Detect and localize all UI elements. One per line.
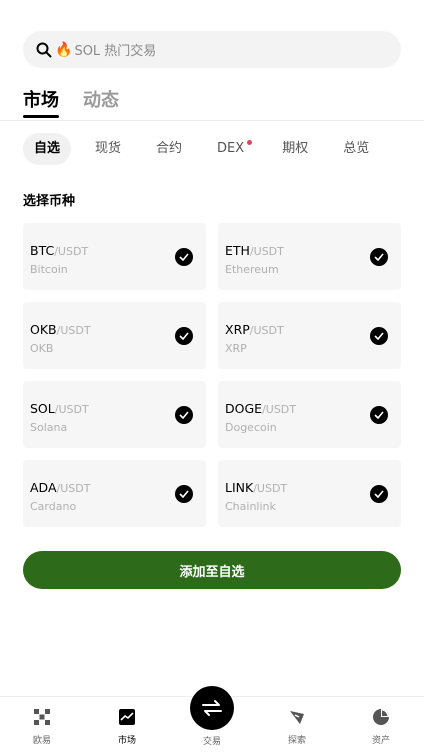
- coin-symbol: DOGE: [225, 401, 263, 416]
- subtab-label: DEX: [217, 141, 245, 156]
- subtab-futures[interactable]: 合约: [145, 133, 193, 165]
- subtab-dex[interactable]: DEX: [206, 133, 258, 165]
- nav-item-market[interactable]: 市场: [97, 697, 157, 746]
- subtab-label: 合约: [156, 141, 183, 156]
- coin-quote: /USDT: [262, 403, 296, 416]
- compass-icon: [290, 711, 304, 724]
- checkmark-icon[interactable]: [175, 485, 193, 503]
- pie-chart-icon: [373, 709, 389, 725]
- coin-card[interactable]: LINK/USDT Chainlink: [218, 460, 401, 527]
- coin-quote: /USDT: [253, 482, 288, 495]
- okx-logo-icon: [34, 709, 50, 725]
- coin-symbol: SOL: [30, 401, 55, 416]
- nav-label-trade: 交易: [202, 737, 221, 747]
- coin-quote: /USDT: [56, 324, 91, 337]
- coin-symbol: LINK: [225, 480, 254, 495]
- checkmark-icon[interactable]: [370, 485, 388, 503]
- sub-tabs: 自选 现货 合约 DEX 期权 总览: [23, 133, 393, 165]
- checkmark-icon[interactable]: [370, 248, 388, 266]
- nav-label: 市场: [117, 736, 136, 746]
- nav-label: 探索: [287, 736, 306, 746]
- nav-item-assets[interactable]: 资产: [351, 697, 411, 746]
- checkmark-icon[interactable]: [175, 406, 193, 424]
- tab-market[interactable]: 市场: [23, 86, 59, 118]
- coin-card[interactable]: XRP/USDT XRP: [218, 302, 401, 369]
- market-chart-icon: [119, 709, 135, 725]
- subtab-favorites[interactable]: 自选: [23, 133, 72, 165]
- tabs-divider: [0, 120, 424, 121]
- fire-icon: 🔥: [55, 41, 73, 58]
- coin-quote: /USDT: [54, 245, 89, 258]
- checkmark-icon[interactable]: [175, 327, 193, 345]
- coin-card[interactable]: SOL/USDT Solana: [23, 381, 206, 448]
- search-icon: [36, 42, 52, 57]
- checkmark-icon[interactable]: [370, 406, 388, 424]
- coin-grid: BTC/USDT Bitcoin ETH/USDT Ethereum OKB/U…: [23, 223, 401, 527]
- search-bar[interactable]: 🔥 SOL 热门交易: [23, 31, 401, 68]
- section-title: 选择币种: [23, 194, 76, 209]
- coin-quote: /USDT: [54, 403, 89, 416]
- subtab-label: 总览: [343, 141, 370, 156]
- add-to-favorites-button[interactable]: 添加至自选: [23, 551, 401, 589]
- tab-feed[interactable]: 动态: [83, 86, 119, 116]
- subtab-spot[interactable]: 现货: [84, 133, 132, 165]
- checkmark-icon[interactable]: [175, 248, 193, 266]
- swap-arrows-icon: [202, 700, 222, 716]
- checkmark-icon[interactable]: [370, 327, 388, 345]
- subtab-options[interactable]: 期权: [271, 133, 319, 165]
- coin-quote: /USDT: [56, 482, 91, 495]
- nav-item-explore[interactable]: 探索: [267, 697, 327, 746]
- coin-card[interactable]: DOGE/USDT Dogecoin: [218, 381, 401, 448]
- coin-card[interactable]: BTC/USDT Bitcoin: [23, 223, 206, 290]
- trade-button[interactable]: [190, 686, 234, 730]
- coin-card[interactable]: ADA/USDT Cardano: [23, 460, 206, 527]
- coin-symbol: OKB: [30, 322, 57, 337]
- coin-card[interactable]: ETH/USDT Ethereum: [218, 223, 401, 290]
- main-tabs: 市场 动态: [23, 86, 119, 118]
- coin-symbol: ADA: [30, 480, 57, 495]
- coin-quote: /USDT: [249, 324, 284, 337]
- coin-quote: /USDT: [249, 245, 284, 258]
- coin-symbol: XRP: [225, 322, 250, 337]
- nav-label: 资产: [371, 736, 390, 746]
- search-placeholder: SOL 热门交易: [74, 44, 157, 59]
- nav-label: 欧易: [32, 736, 51, 746]
- coin-card[interactable]: OKB/USDT OKB: [23, 302, 206, 369]
- subtab-label: 自选: [34, 141, 61, 156]
- coin-symbol: BTC: [30, 243, 55, 258]
- subtab-label: 现货: [95, 141, 122, 156]
- coin-symbol: ETH: [225, 243, 250, 258]
- notification-dot: [247, 140, 253, 145]
- nav-item-home[interactable]: 欧易: [12, 697, 72, 746]
- subtab-overview[interactable]: 总览: [332, 133, 380, 165]
- subtab-label: 期权: [282, 141, 309, 156]
